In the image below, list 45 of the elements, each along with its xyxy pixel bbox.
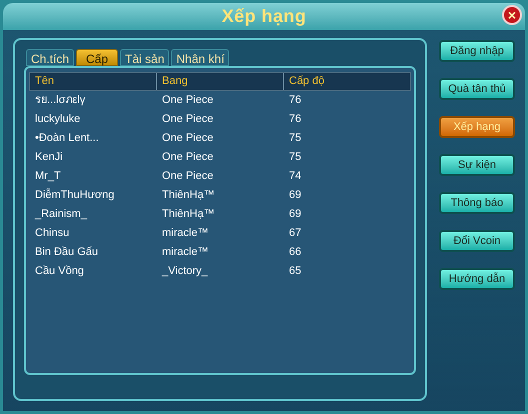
table-cell-text: Cầu Vồng [34, 264, 85, 280]
table-cell-text: 75 [288, 150, 302, 166]
tab[interactable]: Ch.tích [26, 49, 74, 66]
tab[interactable]: Nhân khí [171, 49, 230, 66]
table-cell-text: One Piece [161, 131, 214, 146]
table-cell-text: 67 [288, 226, 302, 242]
table-cell-text: Bin Đầu Gấu [34, 245, 99, 260]
table-cell-text: miracle™ [161, 245, 210, 260]
close-button[interactable]: × [502, 5, 522, 25]
table-cell-text: One Piece [161, 93, 214, 108]
table-cell-text: Chinsu [34, 226, 70, 242]
table-cell-text: 76 [288, 112, 302, 128]
table-cell-text: KenJi [34, 150, 64, 166]
table-cell-text: luckyluke [34, 112, 82, 128]
table-cell-text: 75 [288, 131, 302, 146]
column-header: Bang [157, 73, 284, 90]
table-cell-text: •Đoàn Lent... [34, 131, 100, 146]
tab[interactable]: Tài sản [120, 49, 170, 66]
menu-button[interactable]: Hướng dẫn [439, 268, 515, 290]
table-cell-text: One Piece [161, 169, 214, 184]
table-cell-text: รย...lσภεlγ [34, 93, 86, 108]
menu-button[interactable]: Thông báo [439, 192, 515, 214]
table-cell-text: Mr_T [34, 169, 62, 184]
table-cell-text: miracle™ [161, 226, 210, 242]
table-cell-text: _Victory_ [160, 264, 209, 280]
table-cell-text: 65 [288, 264, 302, 280]
table-cell-text: ThiênHạ™ [161, 188, 216, 204]
menu-button[interactable]: Quà tân thủ [439, 78, 515, 100]
table-cell-text: One Piece [161, 150, 214, 166]
menu-button[interactable]: Đăng nhập [439, 40, 515, 62]
table-cell-text: DiễmThuHương [34, 188, 116, 204]
table-cell-text: 76 [288, 93, 302, 108]
table-cell-text: One Piece [161, 112, 214, 128]
table-cell-text: 66 [288, 245, 302, 260]
table-cell-text: 69 [288, 188, 302, 204]
window-title: Xếp hạng [222, 5, 306, 28]
column-header: Tên [30, 73, 157, 90]
tab[interactable]: Cấp [76, 49, 118, 66]
table-cell-text: _Rainism_ [34, 207, 88, 222]
menu-button[interactable]: Sự kiện [439, 154, 515, 176]
column-header: Cấp độ [288, 74, 326, 89]
table-cell-text: ThiênHạ™ [161, 207, 216, 222]
table-cell-text: 69 [288, 207, 302, 222]
table-cell-text: 74 [288, 169, 302, 184]
menu-button[interactable]: Đổi Vcoin [439, 230, 515, 252]
